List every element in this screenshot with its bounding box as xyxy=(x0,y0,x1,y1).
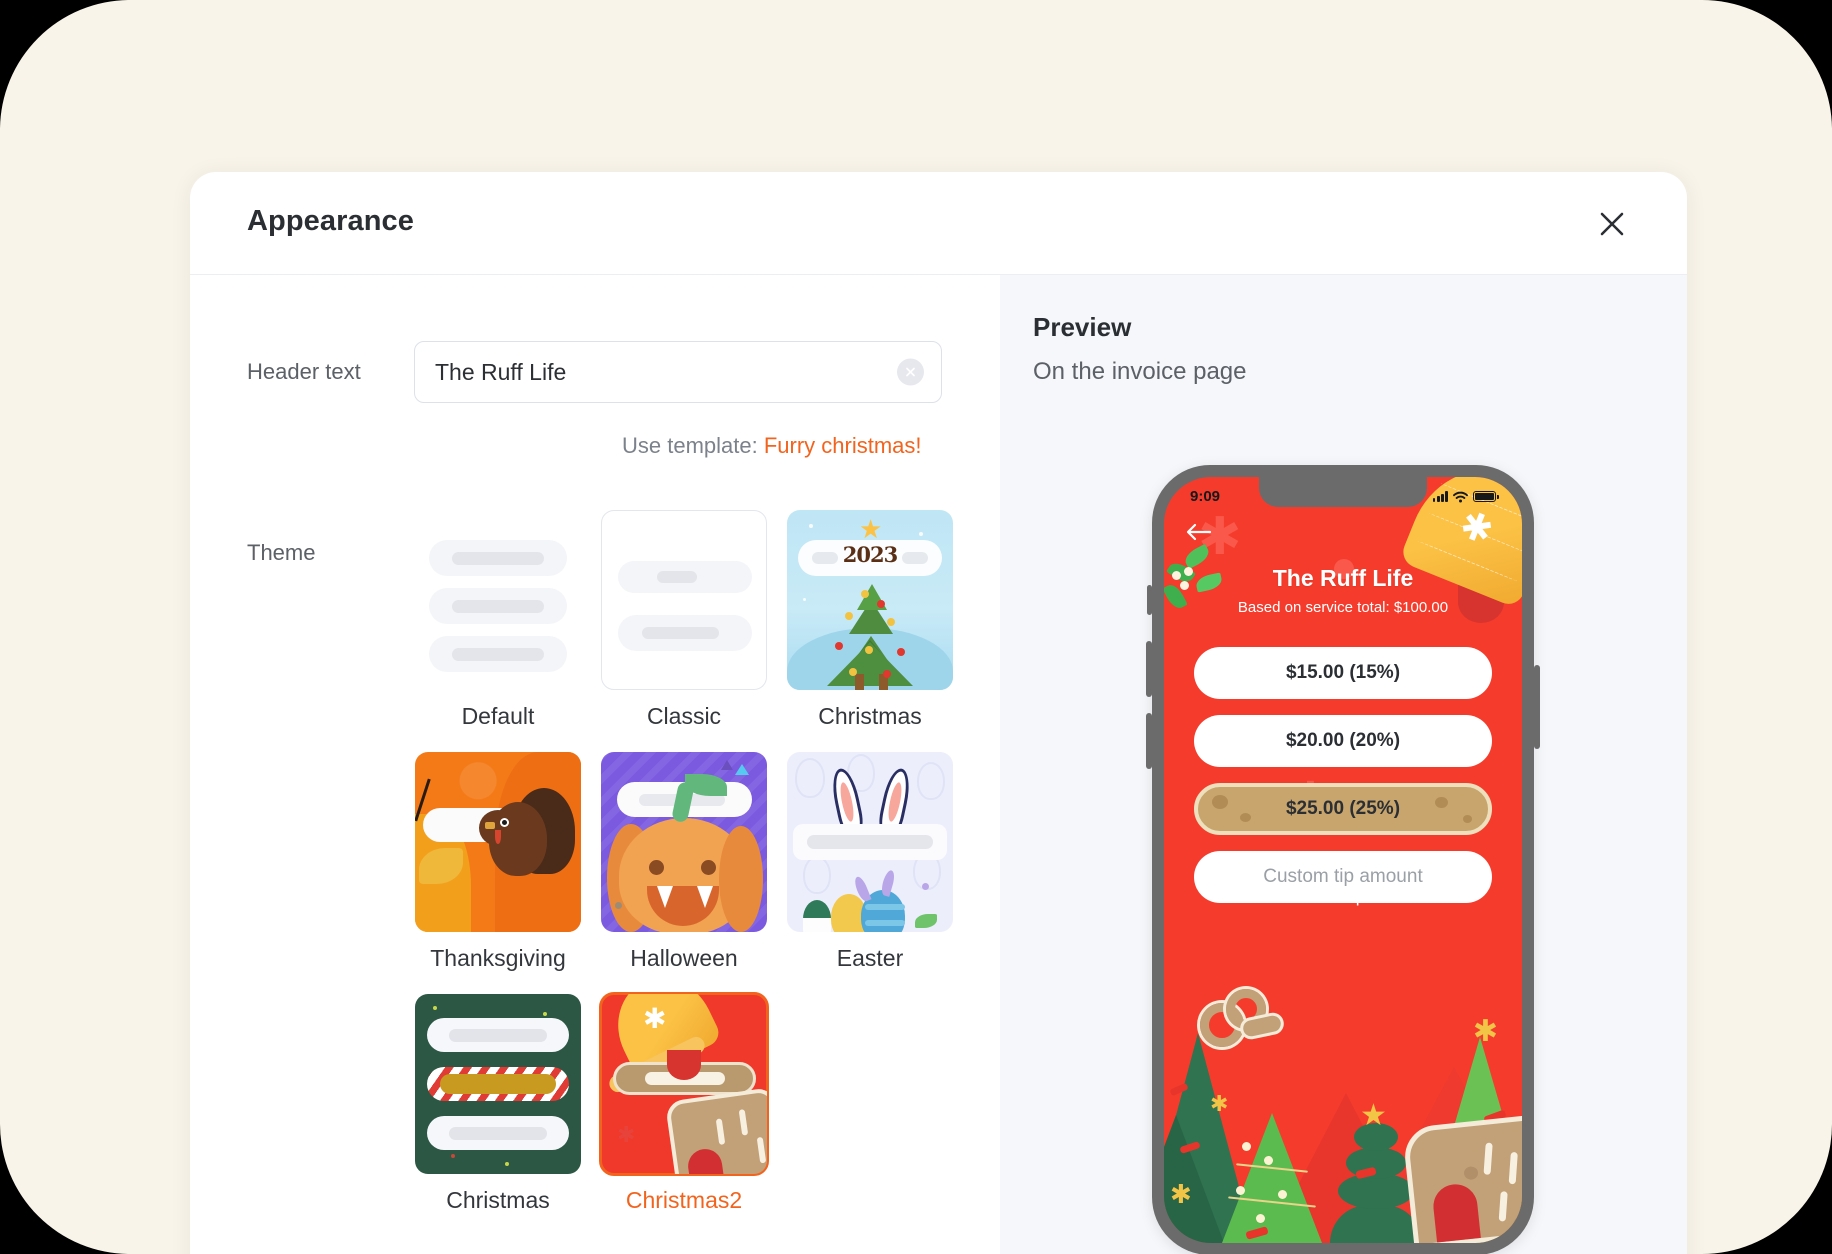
gingerbread-cookie xyxy=(1200,989,1286,1055)
page-title: Appearance xyxy=(247,205,415,237)
tip-options-list: $15.00 (15%) $20.00 (20%) $25.00 (25%) C… xyxy=(1164,647,1522,903)
header-text-label: Header text xyxy=(247,359,361,384)
status-time: 9:09 xyxy=(1190,488,1221,505)
christmas-tree xyxy=(1330,1205,1422,1243)
theme-label-default: Default xyxy=(461,703,535,729)
theme-thumb-christmas-tree: ★ 2023 xyxy=(787,510,953,690)
modal-header: Appearance xyxy=(190,172,1687,275)
invoice-header: The Ruff Life Based on service total: $1… xyxy=(1164,565,1522,616)
skeleton-bar xyxy=(427,1018,569,1052)
phone-volume-down-button xyxy=(1146,713,1152,769)
theme-option-classic[interactable]: Classic xyxy=(600,510,768,730)
cellular-signal-icon xyxy=(1432,491,1448,502)
phone-mute-button xyxy=(1147,585,1152,615)
theme-thumb-christmas2: ✱ ✱ xyxy=(599,992,769,1176)
theme-label-easter: Easter xyxy=(836,945,904,971)
template-link[interactable]: Furry christmas! xyxy=(764,433,922,458)
tip-option-button[interactable]: $20.00 (20%) xyxy=(1194,715,1492,767)
phone-power-button xyxy=(1534,665,1540,749)
header-text-value: The Ruff Life xyxy=(435,358,567,385)
theme-label-thanksgiving: Thanksgiving xyxy=(430,945,566,971)
service-total: Based on service total: $100.00 xyxy=(1237,599,1449,616)
christmas-tree xyxy=(1164,1033,1254,1243)
theme-thumb-halloween xyxy=(601,752,767,932)
back-arrow-icon[interactable] xyxy=(1186,523,1212,546)
theme-option-default[interactable]: Default xyxy=(414,510,582,730)
gingerbread-house-icon xyxy=(664,1086,767,1174)
theme-thumb-christmas-dark xyxy=(415,994,581,1174)
tip-option-label: $15.00 (15%) xyxy=(1285,662,1401,683)
header-text-input[interactable]: The Ruff Life xyxy=(414,341,942,403)
gingerbread-house xyxy=(1402,1114,1522,1243)
star-icon: ★ xyxy=(1360,1099,1387,1132)
no-tip-link[interactable]: No tip xyxy=(1164,887,1522,907)
settings-panel: Header text The Ruff Life Use template: … xyxy=(190,275,1000,1254)
sparkle-icon: ✱ xyxy=(643,1003,667,1034)
theme-label-christmas-dark: Christmas xyxy=(446,1187,550,1213)
christmas-tree xyxy=(1222,1113,1322,1243)
close-icon[interactable] xyxy=(1587,199,1637,249)
shop-name: The Ruff Life xyxy=(1272,565,1414,591)
preview-subtitle: On the invoice page xyxy=(1033,358,1247,385)
theme-thumb-classic xyxy=(601,510,767,690)
skeleton-bar xyxy=(793,824,947,860)
battery-full-icon xyxy=(1473,491,1499,502)
phone-notch xyxy=(1259,477,1427,507)
theme-label-christmas-tree: Christmas xyxy=(818,703,922,729)
preview-panel: Preview On the invoice page 9:09 ✱ ✱ The… xyxy=(1000,275,1687,1254)
tip-option-label: $20.00 (20%) xyxy=(1285,730,1401,751)
candy-cane-bar xyxy=(427,1067,569,1101)
theme-option-christmas2[interactable]: ✱ ✱ Christmas2 xyxy=(599,992,769,1214)
theme-option-thanksgiving[interactable]: Thanksgiving xyxy=(414,752,582,972)
tip-option-button-selected[interactable]: $25.00 (25%) xyxy=(1194,783,1492,835)
phone-volume-up-button xyxy=(1146,641,1152,697)
modal-body: Header text The Ruff Life Use template: … xyxy=(190,275,1687,1254)
theme-label-halloween: Halloween xyxy=(630,945,738,971)
use-template-line: Use template: Furry christmas! xyxy=(622,433,922,459)
snowflake-icon: ✱ xyxy=(1453,503,1499,554)
use-template-label: Use template: xyxy=(622,433,758,458)
appearance-modal: Appearance Header text The Ruff Life Use… xyxy=(190,172,1687,1254)
theme-grid: Default Classic ★ 2023 Christmas Thanksg… xyxy=(414,510,954,1236)
theme-option-christmas-tree[interactable]: ★ 2023 Christmas xyxy=(786,510,954,730)
theme-option-halloween[interactable]: Halloween xyxy=(600,752,768,972)
star-icon: ★ xyxy=(859,514,883,544)
tip-option-button[interactable]: $15.00 (15%) xyxy=(1194,647,1492,699)
theme-thumb-thanksgiving xyxy=(415,752,581,932)
theme-year-label: 2023 xyxy=(842,542,898,567)
skeleton-bar xyxy=(423,808,563,842)
tip-option-label: $25.00 (25%) xyxy=(1285,798,1401,819)
theme-option-christmas-dark[interactable]: Christmas xyxy=(414,994,582,1214)
theme-thumb-default xyxy=(415,510,581,690)
theme-label-classic: Classic xyxy=(646,703,722,729)
custom-tip-placeholder: Custom tip amount xyxy=(1263,866,1423,887)
skeleton-bar xyxy=(427,1116,569,1150)
header-text-field-row: Header text The Ruff Life xyxy=(247,341,942,403)
theme-label-christmas2: Christmas2 xyxy=(625,1187,743,1213)
phone-mockup: 9:09 ✱ ✱ The Ruff Life Based on service … xyxy=(1146,465,1540,1254)
page-background: Appearance Header text The Ruff Life Use… xyxy=(0,0,1832,1254)
theme-label: Theme xyxy=(247,540,316,565)
christmas-tree xyxy=(1420,1037,1522,1243)
phone-screen: 9:09 ✱ ✱ The Ruff Life Based on service … xyxy=(1164,477,1522,1243)
clear-circle-icon[interactable] xyxy=(897,358,924,386)
skeleton-bar xyxy=(617,782,752,817)
theme-option-easter[interactable]: Easter xyxy=(786,752,954,972)
preview-title: Preview xyxy=(1033,312,1132,342)
theme-thumb-easter xyxy=(787,752,953,932)
wifi-icon xyxy=(1453,491,1468,502)
